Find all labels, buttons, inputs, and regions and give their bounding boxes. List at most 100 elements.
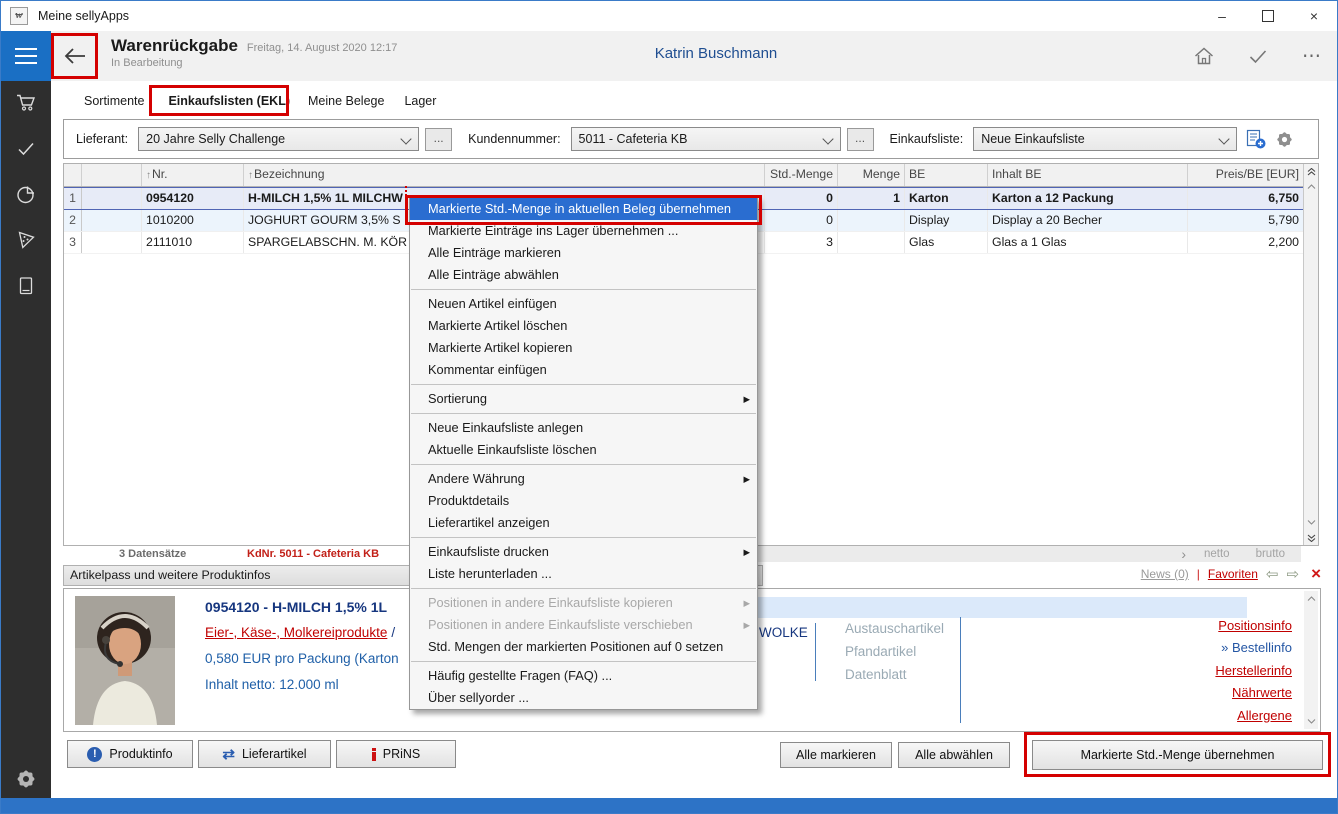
- einkaufsliste-select[interactable]: Neue Einkaufsliste: [973, 127, 1237, 151]
- col-rownum: [64, 164, 82, 186]
- home-button[interactable]: [1191, 43, 1217, 69]
- menu-item-artikel-einfuegen[interactable]: Neuen Artikel einfügen: [410, 293, 757, 315]
- uebernehmen-button[interactable]: Markierte Std.-Menge übernehmen: [1032, 740, 1323, 770]
- col-be[interactable]: BE: [905, 164, 988, 186]
- cell-menge[interactable]: [838, 210, 905, 231]
- product-category-link[interactable]: Eier-, Käse-, Molkereiprodukte: [205, 625, 387, 640]
- menu-toggle-button[interactable]: [1, 31, 51, 81]
- lieferant-select[interactable]: 20 Jahre Selly Challenge: [138, 127, 419, 151]
- vertical-scrollbar[interactable]: [1303, 164, 1318, 545]
- cell-std-menge[interactable]: 3: [765, 232, 838, 253]
- sidebar-item-tasks[interactable]: [15, 137, 37, 159]
- cell-menge[interactable]: 1: [838, 188, 905, 209]
- menu-separator: [411, 289, 756, 290]
- close-button[interactable]: ×: [1291, 1, 1337, 31]
- row-number: 1: [64, 188, 82, 209]
- cell-be: Display: [905, 210, 988, 231]
- news-link[interactable]: News (0): [1141, 567, 1189, 581]
- cell-std-menge[interactable]: 0: [765, 188, 838, 209]
- add-list-button[interactable]: [1246, 129, 1266, 149]
- confirm-button[interactable]: [1245, 43, 1271, 69]
- col-preis[interactable]: Preis/BE [EUR]: [1188, 164, 1303, 186]
- menu-item-andere-waehrung[interactable]: Andere Währung▶: [410, 468, 757, 490]
- menu-item-sortierung[interactable]: Sortierung▶: [410, 388, 757, 410]
- brutto-toggle[interactable]: brutto: [1256, 548, 1285, 560]
- col-std-menge[interactable]: Std.-Menge: [765, 164, 838, 186]
- menu-item-alle-markieren[interactable]: Alle Einträge markieren: [410, 242, 757, 264]
- tab-sortimente[interactable]: Sortimente: [84, 81, 144, 108]
- sidebar-item-food[interactable]: [15, 229, 37, 251]
- context-menu: Markierte Std.-Menge in aktuellen Beleg …: [409, 197, 758, 710]
- alle-markieren-button[interactable]: Alle markieren: [780, 742, 892, 768]
- close-panel-icon[interactable]: ×: [1311, 567, 1321, 581]
- menu-item-std-menge-uebernehmen[interactable]: Markierte Std.-Menge in aktuellen Beleg …: [410, 198, 757, 220]
- menu-item-liste-loeschen[interactable]: Aktuelle Einkaufsliste löschen: [410, 439, 757, 461]
- menu-item-ins-lager[interactable]: Markierte Einträge ins Lager übernehmen …: [410, 220, 757, 242]
- link-bestellinfo[interactable]: » Bestellinfo: [1104, 637, 1292, 659]
- scroll-down-icon[interactable]: [1304, 515, 1318, 530]
- gear-icon: [15, 768, 37, 790]
- menu-item-kommentar[interactable]: Kommentar einfügen: [410, 359, 757, 381]
- nav-left-icon[interactable]: ⇦: [1266, 565, 1279, 583]
- sidebar-item-statistics[interactable]: [15, 183, 37, 205]
- product-content: Inhalt netto: 12.000 ml: [205, 677, 339, 692]
- lieferartikel-button[interactable]: ⇄ Lieferartikel: [198, 740, 331, 768]
- menu-item-mengen-auf-null[interactable]: Std. Mengen der markierten Positionen au…: [410, 636, 757, 658]
- disabled-links: Austauschartikel Pfandartikel Datenblatt: [845, 617, 944, 686]
- menu-item-artikel-loeschen[interactable]: Markierte Artikel löschen: [410, 315, 757, 337]
- cell-std-menge[interactable]: 0: [765, 210, 838, 231]
- col-inhalt-be[interactable]: Inhalt BE: [988, 164, 1188, 186]
- menu-item-liste-anlegen[interactable]: Neue Einkaufsliste anlegen: [410, 417, 757, 439]
- sidebar-item-catalog[interactable]: [15, 275, 37, 297]
- kundennummer-more-button[interactable]: ...: [847, 128, 874, 151]
- more-options-button[interactable]: ⋯: [1299, 43, 1325, 69]
- scroll-bottom-icon[interactable]: [1304, 530, 1318, 545]
- link-allergene[interactable]: Allergene: [1104, 705, 1292, 727]
- sidebar-item-cart[interactable]: [15, 91, 37, 113]
- netto-toggle[interactable]: netto: [1204, 548, 1230, 560]
- gear-icon: [1275, 130, 1294, 149]
- menu-separator: [411, 588, 756, 589]
- nav-right-icon[interactable]: ⇨: [1286, 565, 1299, 583]
- kundennummer-select[interactable]: 5011 - Cafeteria KB: [571, 127, 841, 151]
- scroll-up-icon[interactable]: [1304, 591, 1318, 606]
- menu-item-drucken[interactable]: Einkaufsliste drucken▶: [410, 541, 757, 563]
- menu-item-ueber[interactable]: Über sellyorder ...: [410, 687, 757, 709]
- chevron-right-icon[interactable]: ›: [1181, 549, 1186, 559]
- back-button[interactable]: [51, 33, 98, 79]
- link-positionsinfo[interactable]: Positionsinfo: [1104, 615, 1292, 637]
- menu-item-faq[interactable]: Häufig gestellte Fragen (FAQ) ...: [410, 665, 757, 687]
- maximize-button[interactable]: [1245, 1, 1291, 31]
- col-nr[interactable]: ↑Nr.: [142, 164, 244, 186]
- menu-item-artikel-kopieren[interactable]: Markierte Artikel kopieren: [410, 337, 757, 359]
- alle-abwaehlen-button[interactable]: Alle abwählen: [898, 742, 1010, 768]
- tab-einkaufslisten[interactable]: Einkaufslisten (EKL): [168, 81, 290, 108]
- menu-item-alle-abwaehlen[interactable]: Alle Einträge abwählen: [410, 264, 757, 286]
- scroll-top-icon[interactable]: [1304, 164, 1318, 179]
- sidebar-item-settings[interactable]: [15, 768, 37, 790]
- tab-meine-belege[interactable]: Meine Belege: [308, 81, 384, 108]
- scroll-down-icon[interactable]: [1304, 714, 1318, 729]
- link-naehrwerte[interactable]: Nährwerte: [1104, 682, 1292, 704]
- tab-lager[interactable]: Lager: [404, 81, 436, 108]
- red-dotted-marker: [405, 186, 407, 196]
- row-select-cell[interactable]: [82, 232, 142, 253]
- home-icon: [1192, 44, 1216, 68]
- scroll-up-icon[interactable]: [1304, 179, 1318, 194]
- list-settings-button[interactable]: [1275, 130, 1294, 149]
- panel-scrollbar[interactable]: [1304, 591, 1318, 729]
- col-menge[interactable]: Menge: [838, 164, 905, 186]
- row-select-cell[interactable]: [82, 188, 142, 209]
- cell-menge[interactable]: [838, 232, 905, 253]
- lieferant-more-button[interactable]: ...: [425, 128, 452, 151]
- row-select-cell[interactable]: [82, 210, 142, 231]
- produktinfo-button[interactable]: ! Produktinfo: [67, 740, 193, 768]
- minimize-button[interactable]: –: [1199, 1, 1245, 31]
- menu-item-lieferartikel-anzeigen[interactable]: Lieferartikel anzeigen: [410, 512, 757, 534]
- prins-button[interactable]: PRiNS: [336, 740, 456, 768]
- menu-item-produktdetails[interactable]: Produktdetails: [410, 490, 757, 512]
- col-bezeichnung[interactable]: ↑Bezeichnung: [244, 164, 765, 186]
- menu-item-herunterladen[interactable]: Liste herunterladen ...: [410, 563, 757, 585]
- favoriten-link[interactable]: Favoriten: [1208, 567, 1258, 581]
- link-herstellerinfo[interactable]: Herstellerinfo: [1104, 660, 1292, 682]
